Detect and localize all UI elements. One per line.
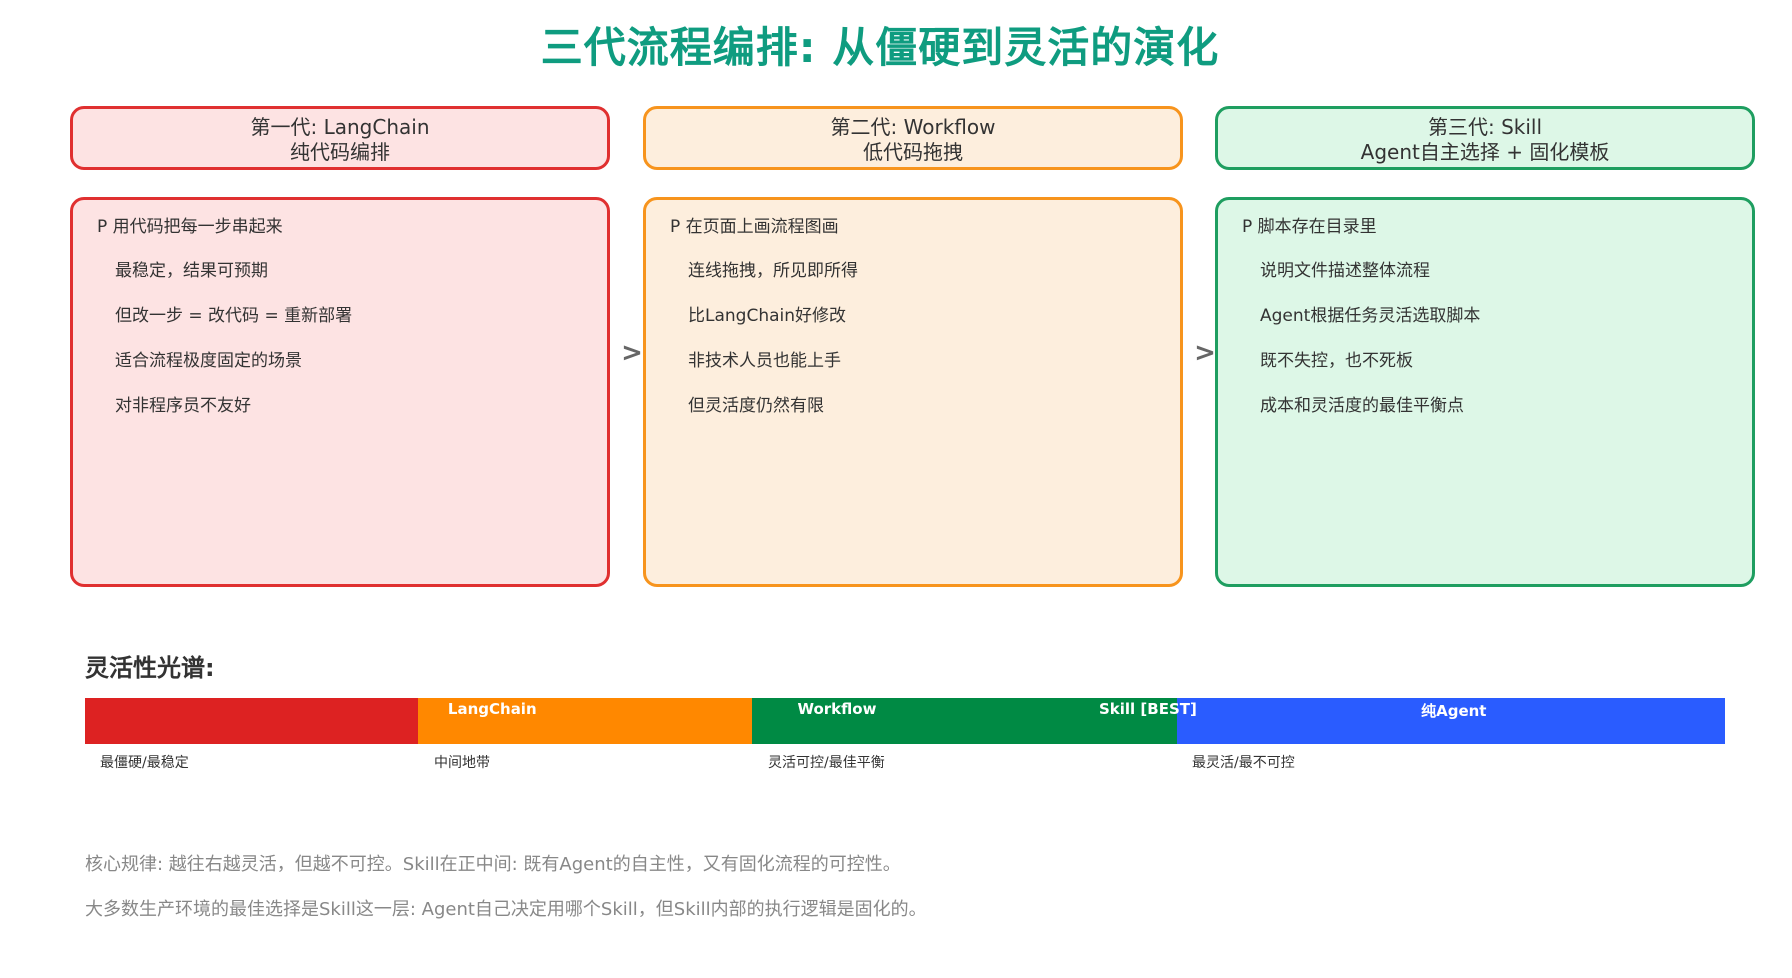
- generation-2-body: P 在页面上画流程图画 连线拖拽，所见即所得 比LangChain好修改 非技术…: [643, 197, 1183, 587]
- page-title: 三代流程编排: 从僵硬到灵活的演化: [540, 23, 1220, 72]
- generation-1-point: 但改一步 = 改代码 = 重新部署: [115, 306, 353, 326]
- generation-2-point: 比LangChain好修改: [688, 306, 847, 326]
- generation-3-lead: P 脚本存在目录里: [1242, 217, 1377, 237]
- generation-2-point: 连线拖拽，所见即所得: [688, 261, 858, 281]
- generation-1-point: 适合流程极度固定的场景: [115, 351, 302, 371]
- generation-3-point: 成本和灵活度的最佳平衡点: [1260, 396, 1464, 416]
- generation-2-name: 第二代: Workflow: [830, 115, 996, 139]
- generation-2-point: 非技术人员也能上手: [688, 351, 841, 371]
- spectrum-tick-label: 灵活可控/最佳平衡: [768, 755, 885, 771]
- spectrum-segment-label: 纯Agent: [1421, 702, 1487, 720]
- arrow-right-icon: >: [621, 338, 643, 368]
- generation-1-lead: P 用代码把每一步串起来: [97, 217, 283, 237]
- generation-3-point: Agent根据任务灵活选取脚本: [1260, 306, 1481, 326]
- generation-3-point: 说明文件描述整体流程: [1260, 261, 1430, 281]
- generation-2-point: 但灵活度仍然有限: [688, 396, 824, 416]
- generation-1-point: 对非程序员不友好: [115, 396, 251, 416]
- generation-3-subtitle: Agent自主选择 + 固化模板: [1360, 140, 1610, 164]
- generation-1-header: 第一代: LangChain 纯代码编排: [70, 106, 610, 170]
- spectrum-tick-label: 中间地带: [434, 755, 490, 771]
- spectrum-tick-label: 最僵硬/最稳定: [100, 755, 189, 771]
- spectrum-title: 灵活性光谱:: [85, 654, 215, 682]
- generation-3-point: 既不失控，也不死板: [1260, 351, 1413, 371]
- generation-3-header: 第三代: Skill Agent自主选择 + 固化模板: [1215, 106, 1755, 170]
- generation-3-body: P 脚本存在目录里 说明文件描述整体流程 Agent根据任务灵活选取脚本 既不失…: [1215, 197, 1755, 587]
- summary-note: 核心规律: 越往右越灵活，但越不可控。Skill在正中间: 既有Agent的自主…: [85, 854, 901, 875]
- generation-3-name: 第三代: Skill: [1427, 115, 1543, 139]
- generation-1-point: 最稳定，结果可预期: [115, 261, 268, 281]
- generation-1-body: P 用代码把每一步串起来 最稳定，结果可预期 但改一步 = 改代码 = 重新部署…: [70, 197, 610, 587]
- summary-note: 大多数生产环境的最佳选择是Skill这一层: Agent自己决定用哪个Skill…: [85, 899, 927, 920]
- spectrum-segment-label: LangChain: [447, 700, 537, 718]
- generation-2-lead: P 在页面上画流程图画: [670, 217, 839, 237]
- spectrum-segment-label: Workflow: [797, 700, 877, 718]
- spectrum-skill-label: Skill [BEST]: [1099, 700, 1197, 718]
- spectrum-tick-label: 最灵活/最不可控: [1192, 755, 1295, 771]
- generation-1-name: 第一代: LangChain: [250, 115, 430, 139]
- generation-2-subtitle: 低代码拖拽: [863, 140, 963, 164]
- spectrum-segment: [85, 698, 418, 744]
- arrow-right-icon: >: [1194, 338, 1216, 368]
- generation-1-subtitle: 纯代码编排: [290, 140, 390, 164]
- generation-2-header: 第二代: Workflow 低代码拖拽: [643, 106, 1183, 170]
